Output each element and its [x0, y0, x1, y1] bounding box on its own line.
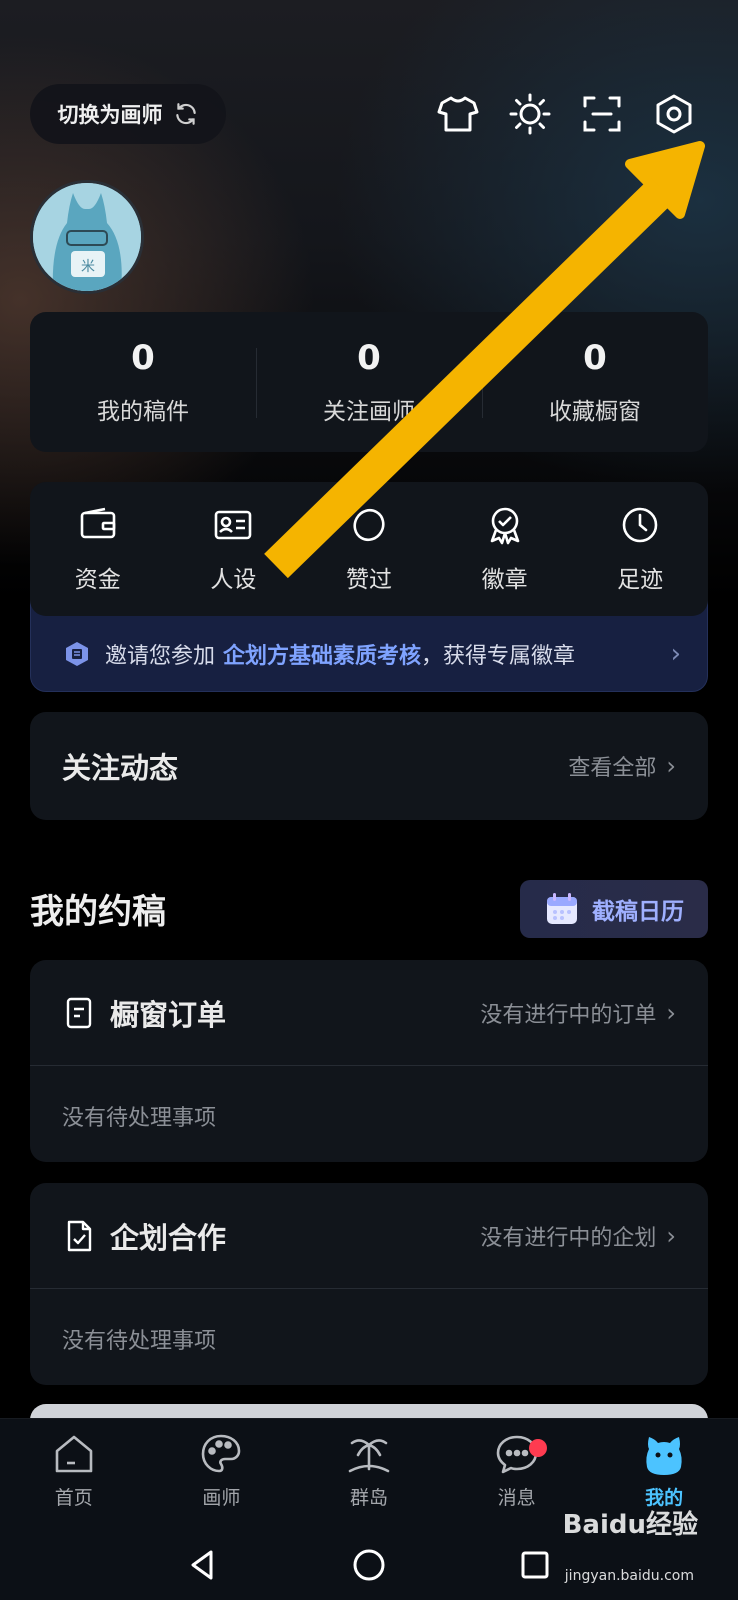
tool-footprints[interactable]: 足迹	[572, 504, 708, 594]
unread-dot	[528, 1439, 547, 1457]
project-collab-card[interactable]: 企划合作 没有进行中的企划 › 没有待处理事项	[30, 1183, 708, 1385]
brightness-icon[interactable]	[508, 92, 552, 136]
stats-card: 0 我的稿件 0 关注画师 0 收藏橱窗	[30, 312, 708, 452]
stat-value: 0	[357, 338, 381, 378]
project-check-icon	[67, 1220, 92, 1251]
tool-funds[interactable]: 资金	[30, 504, 166, 594]
stat-followed-artists[interactable]: 0 关注画师	[256, 338, 482, 426]
wallet-icon	[80, 507, 116, 539]
badge-icon	[490, 507, 519, 545]
baidu-watermark: Baidu经验	[562, 1510, 698, 1540]
tool-liked[interactable]: 赞过	[301, 504, 437, 594]
shirt-icon[interactable]	[436, 92, 480, 136]
switch-role-label: 切换为画师	[57, 103, 163, 127]
chevron-right-icon: ›	[670, 639, 681, 669]
stat-label: 我的稿件	[97, 399, 189, 425]
palette-icon	[202, 1434, 241, 1473]
calendar-button-label: 截稿日历	[592, 899, 684, 925]
nav-artists[interactable]: 画师	[148, 1419, 296, 1530]
nav-label: 画师	[202, 1487, 241, 1509]
stat-favorite-showcases[interactable]: 0 收藏橱窗	[482, 338, 708, 426]
nav-islands[interactable]: 群岛	[295, 1419, 443, 1530]
invite-prefix: 邀请您参加	[105, 644, 216, 669]
calendar-icon	[547, 893, 577, 924]
showcase-orders-empty: 没有待处理事项	[62, 1106, 217, 1131]
tool-badges[interactable]: 徽章	[437, 504, 573, 594]
refresh-icon	[175, 103, 196, 125]
home-circle-icon[interactable]	[351, 1547, 387, 1583]
stat-label: 关注画师	[323, 399, 415, 425]
tool-persona[interactable]: 人设	[166, 504, 302, 594]
stat-value: 0	[131, 338, 155, 378]
nav-home[interactable]: 首页	[0, 1419, 148, 1530]
scan-icon[interactable]	[580, 92, 624, 136]
back-icon[interactable]	[185, 1547, 221, 1583]
stat-my-drafts[interactable]: 0 我的稿件	[30, 338, 256, 426]
tool-label: 资金	[74, 567, 121, 593]
project-collab-empty: 没有待处理事项	[62, 1329, 217, 1354]
settings-icon[interactable]	[652, 92, 696, 136]
invite-highlight: 企划方基础素质考核	[223, 644, 422, 669]
tool-label: 赞过	[345, 567, 392, 593]
nav-label: 首页	[54, 1487, 93, 1509]
id-card-icon	[215, 510, 252, 540]
switch-role-button[interactable]: 切换为画师	[30, 84, 226, 144]
chevron-right-icon: ›	[666, 998, 676, 1027]
project-collab-title: 企划合作	[110, 1220, 227, 1255]
tools-card: 资金 人设 赞过 徽章 足迹	[30, 482, 708, 616]
stat-label: 收藏橱窗	[549, 399, 641, 425]
baidu-watermark-url: jingyan.baidu.com	[564, 1568, 694, 1584]
deadline-calendar-button[interactable]: 截稿日历	[520, 880, 708, 938]
nav-label: 群岛	[349, 1487, 388, 1509]
tool-label: 徽章	[481, 567, 528, 593]
view-all-link[interactable]: 查看全部	[568, 750, 656, 782]
avatar[interactable]: 米	[30, 180, 144, 294]
chevron-right-icon: ›	[666, 1221, 676, 1250]
home-icon	[55, 1435, 93, 1473]
tool-label: 足迹	[617, 567, 664, 593]
svg-text:米: 米	[81, 259, 95, 275]
like-icon	[353, 508, 385, 542]
project-collab-header[interactable]: 企划合作 没有进行中的企划 ›	[30, 1183, 708, 1289]
showcase-orders-card[interactable]: 橱窗订单 没有进行中的订单 › 没有待处理事项	[30, 960, 708, 1162]
mascot-icon	[646, 1437, 682, 1475]
project-collab-status: 没有进行中的企划	[480, 1225, 657, 1251]
my-commissions-title: 我的约稿	[30, 892, 166, 932]
tool-label: 人设	[210, 567, 257, 593]
showcase-orders-header[interactable]: 橱窗订单 没有进行中的订单 ›	[30, 960, 708, 1066]
invite-suffix: ，获得专属徽章	[421, 644, 576, 669]
stat-value: 0	[583, 338, 607, 378]
follow-updates-title: 关注动态	[62, 751, 179, 785]
showcase-orders-status: 没有进行中的订单	[480, 1002, 657, 1028]
clock-icon	[622, 507, 658, 543]
island-icon	[348, 1439, 390, 1473]
showcase-orders-title: 橱窗订单	[110, 997, 227, 1032]
order-doc-icon	[66, 997, 92, 1028]
chevron-right-icon: ›	[666, 752, 676, 780]
recents-icon[interactable]	[517, 1547, 553, 1583]
doc-badge-icon	[66, 642, 88, 666]
follow-updates-card[interactable]: 关注动态 查看全部 ›	[30, 712, 708, 820]
